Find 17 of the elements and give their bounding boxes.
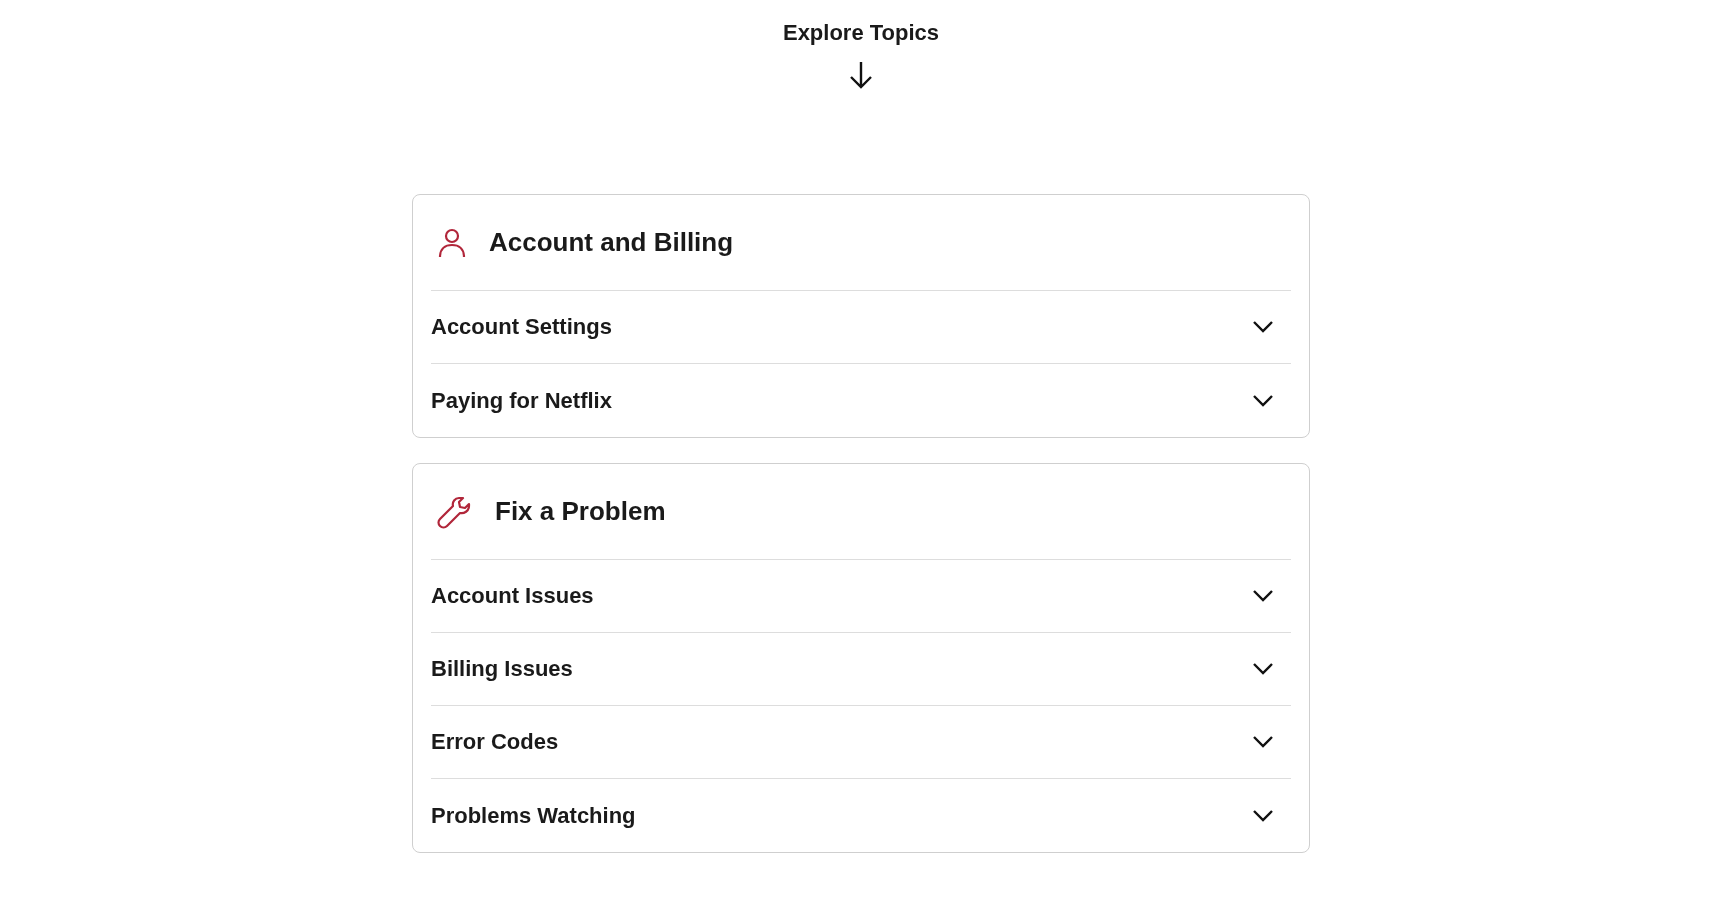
- accordion-item[interactable]: Paying for Netflix: [431, 364, 1291, 437]
- accordion-item[interactable]: Problems Watching: [431, 779, 1291, 852]
- chevron-icon: [1252, 808, 1274, 823]
- accordion-item[interactable]: Billing Issues: [431, 633, 1291, 706]
- card-title: Fix a Problem: [495, 496, 666, 527]
- section-heading: Explore Topics: [782, 20, 940, 46]
- card-title: Account and Billing: [489, 227, 734, 258]
- chevron-icon: [1252, 662, 1274, 676]
- chevron-icon: [1252, 320, 1274, 334]
- accordion-item[interactable]: Account Settings: [431, 291, 1291, 364]
- person-icon: [437, 226, 467, 259]
- down-arrow-icon: [848, 60, 874, 90]
- accordion-item[interactable]: Error Codes: [431, 706, 1291, 779]
- chevron-icon: [1252, 735, 1274, 749]
- chevron-icon: [1252, 589, 1274, 603]
- chevron-icon: [1252, 393, 1274, 408]
- accordion-item[interactable]: Account Issues: [431, 560, 1291, 633]
